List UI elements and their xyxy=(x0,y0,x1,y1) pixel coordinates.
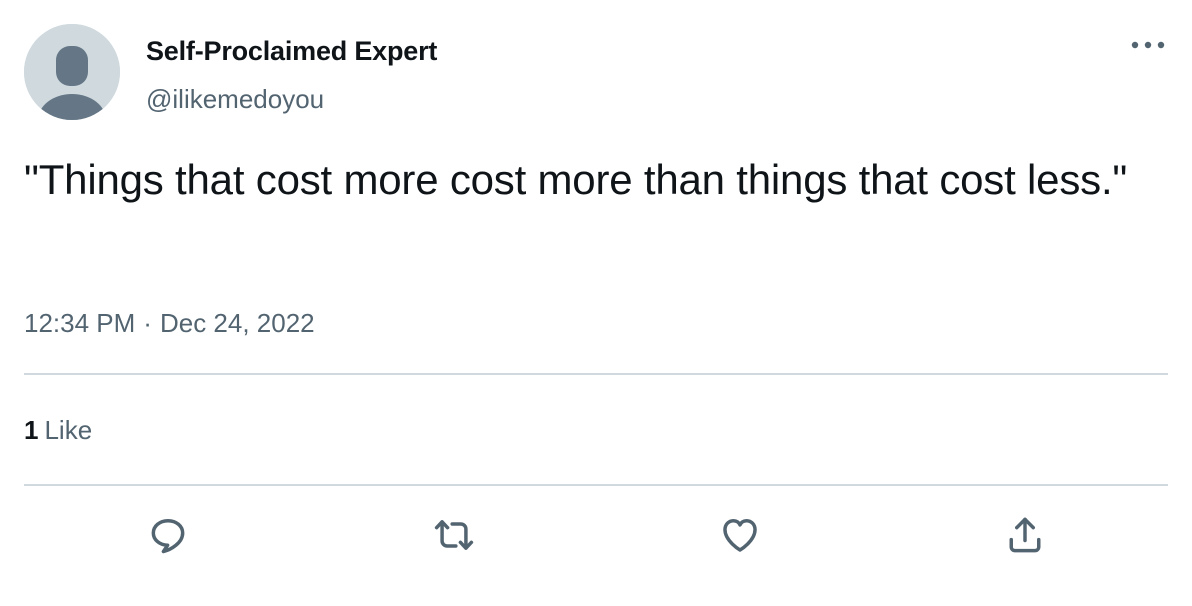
tweet-timestamp[interactable]: 12:34 PM · Dec 24, 2022 xyxy=(24,308,315,339)
likes-label: Like xyxy=(44,415,93,445)
tweet-time[interactable]: 12:34 PM xyxy=(24,308,135,338)
divider xyxy=(24,484,1168,486)
likes-count: 1 xyxy=(24,415,39,445)
like-button[interactable] xyxy=(715,510,765,560)
reply-icon xyxy=(151,518,185,554)
heart-icon xyxy=(723,518,757,552)
reply-button[interactable] xyxy=(143,510,193,560)
tweet-card: Self-Proclaimed Expert @ilikemedoyou "Th… xyxy=(24,0,1168,606)
share-icon xyxy=(1009,517,1041,553)
retweet-icon xyxy=(434,520,474,550)
more-options-button[interactable] xyxy=(1128,30,1168,60)
likes-stat[interactable]: 1 Like xyxy=(24,415,92,446)
more-icon xyxy=(1131,41,1165,49)
tweet-text: "Things that cost more cost more than th… xyxy=(24,156,1128,203)
divider xyxy=(24,373,1168,375)
author-display-name[interactable]: Self-Proclaimed Expert xyxy=(146,36,437,67)
author-handle[interactable]: @ilikemedoyou xyxy=(146,84,324,115)
retweet-button[interactable] xyxy=(429,510,479,560)
avatar[interactable] xyxy=(24,24,120,120)
share-button[interactable] xyxy=(1000,510,1050,560)
tweet-date[interactable]: Dec 24, 2022 xyxy=(160,308,315,338)
default-avatar-icon xyxy=(24,24,120,120)
timestamp-separator: · xyxy=(143,308,152,338)
